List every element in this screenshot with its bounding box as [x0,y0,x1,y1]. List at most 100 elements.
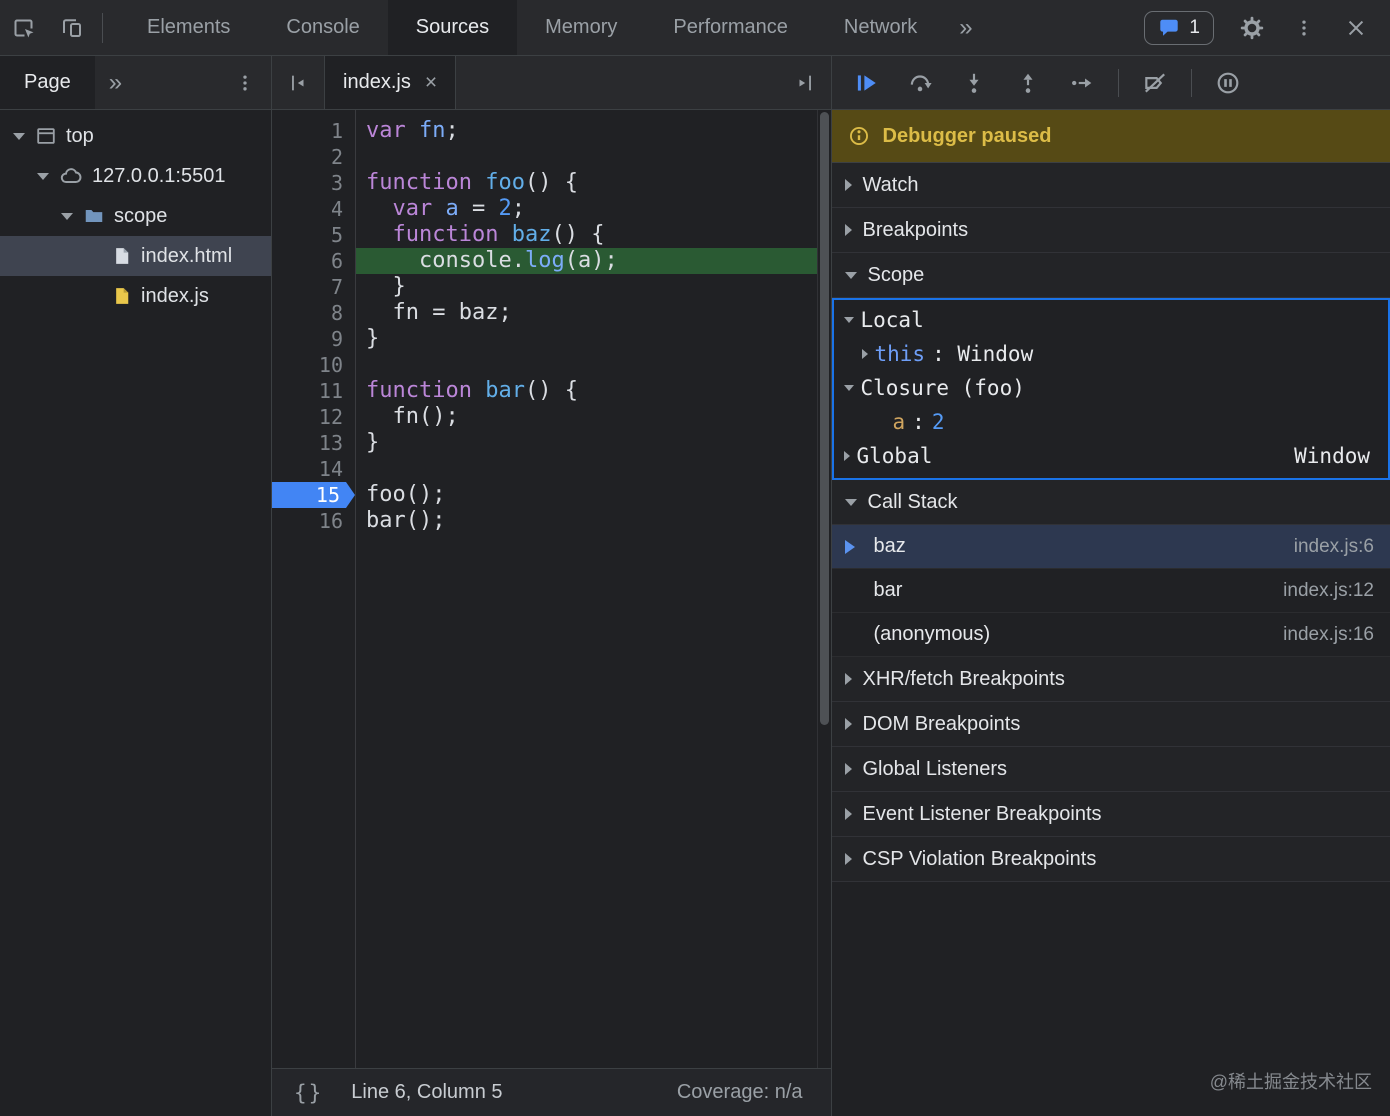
code-line[interactable] [356,144,817,170]
line-number[interactable]: 8 [272,300,355,326]
code-line[interactable]: } [356,274,817,300]
device-toolbar-button[interactable] [48,0,96,55]
scrollbar-thumb[interactable] [820,112,829,725]
code-line[interactable] [356,456,817,482]
code-token [366,222,393,247]
tree-item-top[interactable]: top [0,116,271,156]
console-messages-badge[interactable]: 1 [1144,11,1214,45]
more-navigator-tabs-button[interactable]: » [95,69,136,97]
section-global-listeners[interactable]: Global Listeners [832,747,1390,792]
editor-tab-indexjs[interactable]: index.js × [324,56,456,109]
line-number[interactable]: 6 [272,248,355,274]
stack-frame-anonymous[interactable]: (anonymous)index.js:16 [832,613,1390,657]
code-line[interactable]: foo(); [356,482,817,508]
toggle-navigator-button[interactable] [272,56,324,109]
code-token: console. [366,248,525,273]
section-csp-violation-breakpoints[interactable]: CSP Violation Breakpoints [832,837,1390,882]
more-panels-button[interactable]: » [945,0,986,55]
section-scope[interactable]: Scope [832,253,1390,298]
line-number[interactable]: 13 [272,430,355,456]
line-number[interactable]: 10 [272,352,355,378]
tree-item-index-js[interactable]: index.js [0,276,271,316]
current-execution-line[interactable]: console.log(a); [356,248,817,274]
pretty-print-button[interactable]: {} [294,1081,323,1105]
code-line[interactable] [356,352,817,378]
tab-elements[interactable]: Elements [119,0,258,55]
step-into-button[interactable] [952,61,996,105]
scope-row[interactable]: a: 2 [834,405,1389,439]
source-code[interactable]: var fn; function foo() { var a = 2; funct… [356,110,817,1068]
code-line[interactable]: } [356,326,817,352]
tab-sources[interactable]: Sources [388,0,517,55]
scope-row[interactable]: this: Window [834,337,1389,371]
line-number[interactable]: 9 [272,326,355,352]
resume-button[interactable] [844,61,888,105]
tree-item-127-0-0-1-5501[interactable]: 127.0.0.1:5501 [0,156,271,196]
scope-row[interactable]: Local [834,303,1389,337]
code-line[interactable]: } [356,430,817,456]
tree-item-scope[interactable]: scope [0,196,271,236]
tab-memory[interactable]: Memory [517,0,645,55]
line-number[interactable]: 16 [272,508,355,534]
tree-item-index-html[interactable]: index.html [0,236,271,276]
chevron-double-right-icon: » [959,14,972,42]
tree-expander[interactable] [12,133,26,140]
tab-page[interactable]: Page [0,56,95,109]
pause-on-exceptions-button[interactable] [1206,61,1250,105]
code-line[interactable]: fn(); [356,404,817,430]
line-number[interactable]: 7 [272,274,355,300]
tab-network[interactable]: Network [816,0,945,55]
chevron-down-icon[interactable] [844,385,854,391]
breakpoint-line-number[interactable]: 15 [272,482,355,508]
navigator-menu-button[interactable] [219,56,271,109]
code-line[interactable]: bar(); [356,508,817,534]
line-number-gutter[interactable]: 12345678910111213141516 [272,110,356,1068]
tree-expander[interactable] [60,213,74,220]
step-into-icon [961,70,987,96]
tab-performance[interactable]: Performance [645,0,816,55]
chat-bubble-icon [1158,17,1180,39]
section-breakpoints[interactable]: Breakpoints [832,208,1390,253]
code-line[interactable]: fn = baz; [356,300,817,326]
scope-token: 2 [932,410,945,434]
tab-console[interactable]: Console [258,0,387,55]
code-line[interactable]: var fn; [356,118,817,144]
step-out-button[interactable] [1006,61,1050,105]
line-number[interactable]: 12 [272,404,355,430]
section-call-stack[interactable]: Call Stack [832,480,1390,525]
line-number[interactable]: 5 [272,222,355,248]
code-line[interactable]: function bar() { [356,378,817,404]
section-watch[interactable]: Watch [832,163,1390,208]
chevron-down-icon[interactable] [844,317,854,323]
line-number[interactable]: 3 [272,170,355,196]
settings-button[interactable] [1226,16,1278,40]
chevron-right-icon[interactable] [844,451,850,461]
scope-row[interactable]: Closure (foo) [834,371,1389,405]
inspect-button[interactable] [0,0,48,55]
step-button[interactable] [1060,61,1104,105]
line-number[interactable]: 14 [272,456,355,482]
close-tab-icon[interactable]: × [425,71,437,95]
code-line[interactable]: function baz() { [356,222,817,248]
chevron-right-icon[interactable] [862,349,868,359]
stack-frame-bar[interactable]: barindex.js:12 [832,569,1390,613]
main-menu-button[interactable] [1278,17,1330,39]
step-over-button[interactable] [898,61,942,105]
section-xhr-fetch-breakpoints[interactable]: XHR/fetch Breakpoints [832,657,1390,702]
code-line[interactable]: var a = 2; [356,196,817,222]
line-number[interactable]: 4 [272,196,355,222]
deactivate-breakpoints-button[interactable] [1133,61,1177,105]
tree-expander[interactable] [36,173,50,180]
line-number[interactable]: 1 [272,118,355,144]
code-line[interactable]: function foo() { [356,170,817,196]
close-devtools-button[interactable] [1330,17,1382,39]
toggle-debugger-button[interactable] [779,56,831,109]
debugger-toolbar [832,56,1390,110]
section-dom-breakpoints[interactable]: DOM Breakpoints [832,702,1390,747]
stack-frame-baz[interactable]: bazindex.js:6 [832,525,1390,569]
scope-token: this [875,342,926,366]
line-number[interactable]: 11 [272,378,355,404]
section-event-listener-breakpoints[interactable]: Event Listener Breakpoints [832,792,1390,837]
line-number[interactable]: 2 [272,144,355,170]
scope-row[interactable]: GlobalWindow [834,439,1389,473]
